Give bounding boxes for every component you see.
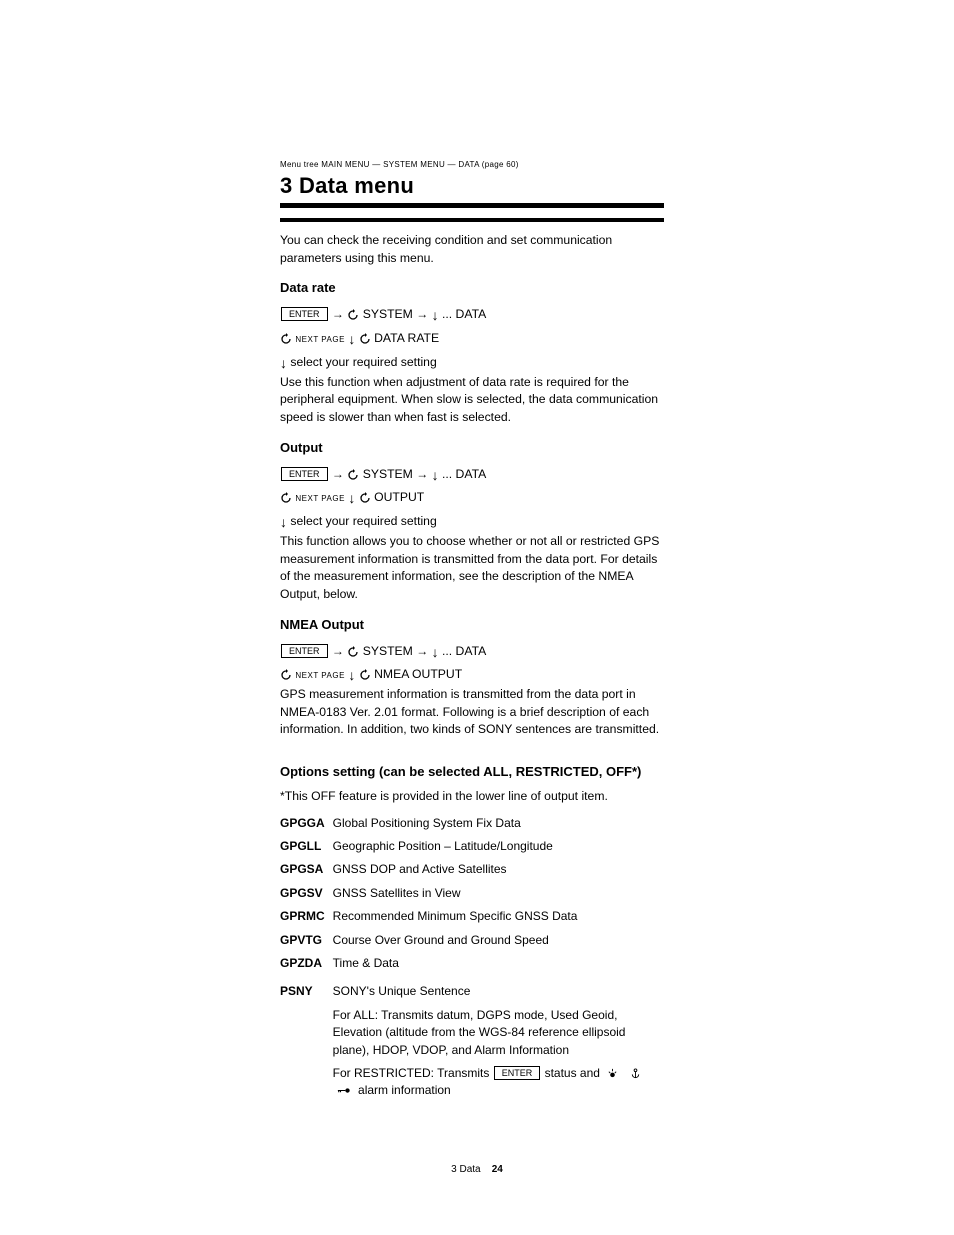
light-icon [607, 1068, 618, 1079]
page-footer: 3 Data 24 [0, 1164, 954, 1175]
page-number: 24 [492, 1164, 503, 1175]
arrow-down-icon: ↓ [348, 667, 355, 683]
arrow-down-icon: ↓ [280, 514, 287, 530]
arrow-down-icon: ↓ [348, 490, 355, 506]
table-row-psny-restricted: For RESTRICTED: Transmits ENTER status a… [280, 1062, 664, 1103]
arrow-right-icon: → [332, 467, 344, 481]
cycle-icon [347, 305, 359, 326]
arrow-right-icon: → [332, 307, 344, 321]
cycle-icon [359, 665, 371, 686]
anchor-icon [630, 1068, 641, 1079]
heading-rule-top [280, 203, 664, 208]
cycle-icon [280, 488, 292, 509]
enter-key-icon: ENTER [281, 467, 328, 481]
options-setting-heading: Options setting (can be selected ALL, RE… [280, 763, 664, 782]
next-page-label: NEXT PAGE [295, 671, 345, 680]
section-desc-data-rate: Use this function when adjustment of dat… [280, 374, 664, 427]
arrow-right-icon: → [416, 307, 428, 321]
enter-key-icon: ENTER [281, 307, 328, 321]
section-desc-output: This function allows you to choose wheth… [280, 533, 664, 604]
nav-sequence-nmea: ENTER → SYSTEM → ↓ ... DATA NEXT PAGE ↓ … [280, 639, 664, 687]
table-row: GPRMCRecommended Minimum Specific GNSS D… [280, 905, 664, 928]
arrow-down-icon: ↓ [432, 467, 439, 483]
cycle-icon [359, 329, 371, 350]
cycle-icon [280, 665, 292, 686]
enter-key-icon: ENTER [494, 1066, 541, 1080]
nmea-sentences-table: GPGGAGlobal Positioning System Fix Data … [280, 812, 664, 1103]
arrow-down-icon: ↓ [348, 331, 355, 347]
table-row: GPVTGCourse Over Ground and Ground Speed [280, 929, 664, 952]
next-page-label: NEXT PAGE [295, 494, 345, 503]
page-heading: 3 Data menu [280, 173, 664, 199]
arrow-down-icon: ↓ [280, 355, 287, 371]
arrow-down-icon: ↓ [432, 644, 439, 660]
table-row: GPZDATime & Data [280, 952, 664, 975]
table-row: PSNYSONY's Unique Sentence [280, 975, 664, 1003]
table-row: GPGGAGlobal Positioning System Fix Data [280, 812, 664, 835]
next-page-label: NEXT PAGE [295, 335, 345, 344]
section-desc-nmea: GPS measurement information is transmitt… [280, 686, 664, 739]
menu-path-small: Menu tree MAIN MENU — SYSTEM MENU — DATA… [280, 160, 664, 169]
nav-sequence-data-rate: ENTER → SYSTEM → ↓ ... DATA NEXT PAGE ↓ … [280, 302, 664, 373]
footer-section-label: 3 Data [451, 1164, 480, 1175]
section-title-output: Output [280, 439, 664, 458]
heading-rule-bottom [280, 218, 664, 222]
intro-text: You can check the receiving condition an… [280, 232, 664, 267]
table-row: GPGSVGNSS Satellites in View [280, 882, 664, 905]
table-row: GPGSAGNSS DOP and Active Satellites [280, 858, 664, 881]
table-row-psny-all: For ALL: Transmits datum, DGPS mode, Use… [280, 1004, 664, 1062]
nav-sequence-output: ENTER → SYSTEM → ↓ ... DATA NEXT PAGE ↓ … [280, 462, 664, 533]
cycle-icon [347, 642, 359, 663]
options-footnote: *This OFF feature is provided in the low… [280, 788, 664, 806]
page: Menu tree MAIN MENU — SYSTEM MENU — DATA… [0, 0, 954, 1235]
enter-key-icon: ENTER [281, 644, 328, 658]
arrow-right-icon: → [416, 467, 428, 481]
key-icon [337, 1085, 351, 1096]
section-title-data-rate: Data rate [280, 279, 664, 298]
cycle-icon [359, 488, 371, 509]
arrow-right-icon: → [332, 644, 344, 658]
section-title-nmea: NMEA Output [280, 616, 664, 635]
arrow-right-icon: → [416, 644, 428, 658]
cycle-icon [347, 465, 359, 486]
cycle-icon [280, 329, 292, 350]
arrow-down-icon: ↓ [432, 307, 439, 323]
content-body: You can check the receiving condition an… [280, 232, 664, 1103]
table-row: GPGLLGeographic Position – Latitude/Long… [280, 835, 664, 858]
